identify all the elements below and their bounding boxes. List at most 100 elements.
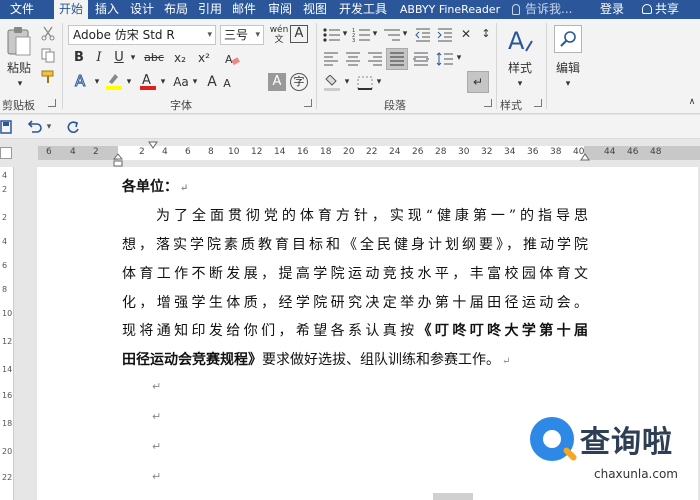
- body-line-2[interactable]: 想，落实学院素质教育目标和《全民健身计划纲要》，推动学院: [122, 234, 588, 254]
- ruler-track: 6 4 2 2 4 6 8 10 12 14 16 18 20 22 24 26…: [38, 146, 700, 160]
- svg-text:A: A: [508, 27, 525, 55]
- paragraph-group-label: 段落: [384, 99, 406, 112]
- clear-formatting-icon[interactable]: A: [224, 51, 240, 67]
- undo-icon[interactable]: [26, 119, 44, 135]
- clipboard-group-label: 剪贴板: [2, 99, 35, 112]
- borders-icon[interactable]: [356, 75, 374, 91]
- cut-icon[interactable]: [40, 25, 56, 41]
- horizontal-ruler[interactable]: 6 4 2 2 4 6 8 10 12 14 16 18 20 22 24 26…: [0, 139, 700, 167]
- clipboard-launcher-icon[interactable]: [48, 99, 56, 107]
- body-line-6[interactable]: 田径运动会竞赛规程》要求做好选拔、组队训练和参赛工作。 ↵: [122, 349, 588, 369]
- multilevel-list-icon[interactable]: [382, 27, 402, 43]
- save-icon[interactable]: [0, 120, 12, 134]
- share-button[interactable]: 共享: [642, 0, 679, 19]
- line-spacing-dropdown-icon[interactable]: ▾: [454, 49, 464, 67]
- line-spacing-icon[interactable]: [436, 51, 454, 67]
- chinese-layout-icon[interactable]: ✕: [456, 25, 476, 43]
- superscript-button[interactable]: x²: [194, 49, 214, 67]
- tell-me-box[interactable]: 告诉我...: [512, 0, 572, 19]
- paragraph-mark: ↵: [180, 183, 189, 194]
- tab-design[interactable]: 设计: [126, 0, 158, 19]
- bullets-icon[interactable]: [322, 27, 342, 43]
- highlight-color-icon[interactable]: [104, 71, 124, 91]
- font-size-input[interactable]: 三号 ▾: [220, 25, 264, 45]
- character-border-icon[interactable]: A: [290, 25, 308, 43]
- tab-abbyy[interactable]: ABBYY FineReader: [394, 0, 506, 19]
- body-line-4[interactable]: 化，增强学生体质，经学院研究决定举办第十届田径运动会。: [122, 292, 588, 312]
- undo-dropdown-icon[interactable]: ▾: [44, 118, 54, 136]
- font-color-icon[interactable]: A: [138, 71, 158, 91]
- bold-button[interactable]: B: [70, 49, 88, 67]
- highlight-dropdown-icon[interactable]: ▾: [124, 73, 134, 91]
- body-line-5[interactable]: 现将通知印发给你们，希望各系认真按《叮咚叮咚大学第十届: [122, 320, 588, 340]
- tab-review[interactable]: 审阅: [264, 0, 296, 19]
- tab-references[interactable]: 引用: [194, 0, 226, 19]
- multilevel-dropdown-icon[interactable]: ▾: [400, 25, 410, 43]
- left-indent-marker-icon[interactable]: [113, 153, 123, 167]
- font-name-input[interactable]: Adobe 仿宋 Std R ▾: [68, 25, 216, 45]
- body-line-3[interactable]: 体育工作不断发展，提高学院运动竞技水平，丰富校园体育文: [122, 263, 588, 283]
- redo-icon[interactable]: [64, 119, 82, 135]
- copy-icon[interactable]: [40, 47, 56, 63]
- collapse-ribbon-icon[interactable]: ∧: [686, 93, 698, 111]
- tab-file[interactable]: 文件: [0, 0, 44, 19]
- styles-icon[interactable]: A: [506, 25, 534, 55]
- tab-view[interactable]: 视图: [298, 0, 332, 19]
- text-effects-icon[interactable]: A: [72, 71, 92, 91]
- change-case-button[interactable]: Aa: [170, 73, 192, 91]
- sort-icon[interactable]: ↕: [476, 25, 496, 43]
- empty-paragraph-mark: ↵: [152, 410, 162, 423]
- phonetic-guide-icon[interactable]: wén 文: [268, 25, 290, 45]
- tab-layout[interactable]: 布局: [160, 0, 192, 19]
- styles-launcher-icon[interactable]: [534, 99, 542, 107]
- right-indent-marker-icon[interactable]: [580, 153, 590, 161]
- tab-developer[interactable]: 开发工具: [335, 0, 391, 19]
- tab-mailings[interactable]: 邮件: [228, 0, 260, 19]
- grow-font-button[interactable]: A: [204, 73, 220, 91]
- body-line-1[interactable]: 为了全面贯彻党的体育方针，实现“健康第一”的指导思: [156, 205, 588, 225]
- align-center-icon[interactable]: [344, 51, 362, 67]
- horizontal-scrollbar[interactable]: [433, 493, 473, 500]
- justify-icon: [390, 52, 404, 66]
- document-heading[interactable]: 各单位： ↵: [122, 176, 188, 196]
- styles-dropdown-icon[interactable]: ▾: [512, 75, 528, 95]
- enclose-characters-icon[interactable]: 字: [290, 73, 308, 91]
- shrink-font-button[interactable]: A: [220, 75, 234, 93]
- align-left-icon[interactable]: [322, 51, 340, 67]
- numbering-dropdown-icon[interactable]: ▾: [370, 25, 380, 43]
- subscript-button[interactable]: x₂: [170, 49, 190, 67]
- tab-selector-icon[interactable]: [0, 147, 12, 159]
- underline-dropdown-icon[interactable]: ▾: [128, 49, 138, 67]
- font-color-dropdown-icon[interactable]: ▾: [158, 73, 168, 91]
- underline-button[interactable]: U: [110, 49, 128, 67]
- first-line-indent-marker-icon[interactable]: [148, 141, 158, 149]
- clipboard-paste-icon[interactable]: [6, 25, 32, 57]
- borders-dropdown-icon[interactable]: ▾: [374, 73, 384, 91]
- shading-dropdown-icon[interactable]: ▾: [342, 73, 352, 91]
- italic-button[interactable]: I: [90, 49, 108, 67]
- regulation-title-bold: 《叮咚叮咚大学第十届: [417, 323, 589, 339]
- shading-icon[interactable]: [322, 75, 342, 91]
- vertical-ruler[interactable]: 4 2 2 4 6 8 10 12 14 16 18 20 22: [0, 167, 14, 500]
- lightbulb-icon: [512, 4, 520, 15]
- tab-home[interactable]: 开始: [54, 0, 88, 19]
- strikethrough-button[interactable]: abc: [142, 49, 166, 67]
- decrease-indent-icon[interactable]: [414, 27, 432, 43]
- paragraph-mark: ↵: [502, 356, 511, 367]
- editing-dropdown-icon[interactable]: ▾: [560, 75, 576, 95]
- increase-indent-icon[interactable]: [436, 27, 454, 43]
- paragraph-launcher-icon[interactable]: [484, 99, 492, 107]
- align-right-icon[interactable]: [366, 51, 384, 67]
- login-button[interactable]: 登录: [600, 0, 624, 19]
- paste-dropdown-icon[interactable]: ▾: [8, 75, 32, 95]
- bullets-dropdown-icon[interactable]: ▾: [340, 25, 350, 43]
- format-painter-icon[interactable]: [40, 69, 56, 85]
- character-shading-icon[interactable]: A: [268, 73, 286, 91]
- text-effects-dropdown-icon[interactable]: ▾: [92, 73, 102, 91]
- font-launcher-icon[interactable]: [304, 99, 312, 107]
- svg-text:A: A: [142, 73, 151, 88]
- numbering-icon[interactable]: 123: [352, 27, 372, 43]
- distributed-icon[interactable]: [412, 51, 430, 67]
- tab-insert[interactable]: 插入: [90, 0, 124, 19]
- change-case-dropdown-icon[interactable]: ▾: [190, 73, 200, 91]
